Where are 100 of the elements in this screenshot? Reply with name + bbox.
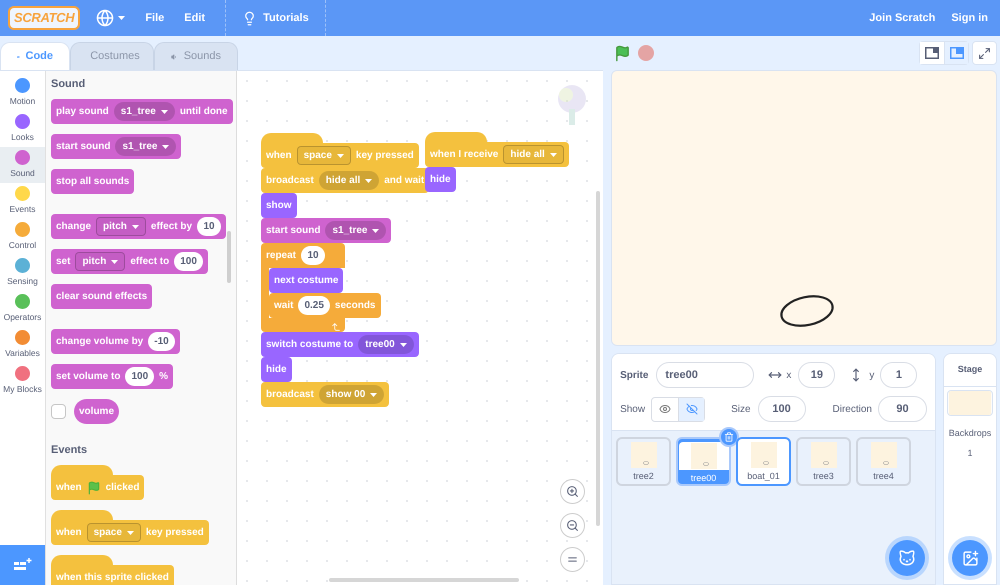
block-dropdown[interactable]: pitch: [75, 252, 126, 271]
reset-zoom-button[interactable]: [560, 547, 586, 572]
size-field[interactable]: 100: [758, 396, 806, 422]
category-item[interactable]: Operators: [0, 291, 45, 327]
block-dropdown[interactable]: tree00: [358, 335, 414, 354]
editor-tab[interactable]: Code: [0, 42, 70, 70]
cat-icon: [898, 549, 916, 567]
sprite-tile[interactable]: tree3: [796, 437, 852, 486]
sprite-tile[interactable]: boat_01: [736, 437, 792, 486]
code-block[interactable]: play sound s1_tree until done: [51, 99, 233, 124]
field-label: Show: [620, 402, 646, 416]
number-input[interactable]: 100: [125, 367, 154, 386]
block-dropdown[interactable]: hide all: [318, 171, 380, 190]
sprite-tile[interactable]: tree2: [616, 437, 672, 486]
code-block[interactable]: change pitch effect by 10: [51, 214, 226, 239]
ellipse-drawing: [778, 293, 836, 329]
number-input[interactable]: 100: [174, 252, 203, 271]
code-block[interactable]: hide: [425, 167, 456, 192]
category-item[interactable]: My Blocks: [0, 363, 45, 399]
sprite-tile[interactable]: tree00: [676, 437, 732, 486]
sprite-name-field[interactable]: tree00: [656, 362, 754, 388]
category-label: Operators: [4, 311, 42, 324]
small-stage-icon: [925, 47, 939, 59]
scrollbar[interactable]: [227, 231, 231, 283]
code-block[interactable]: stop all sounds: [51, 169, 134, 194]
block-text: play sound: [56, 105, 109, 119]
reporter-block[interactable]: volume: [74, 399, 120, 424]
block-text: change volume by: [56, 335, 144, 349]
code-block[interactable]: wait 0.25 seconds: [269, 293, 380, 318]
fullscreen-button[interactable]: [972, 41, 997, 65]
add-backdrop-button[interactable]: [952, 540, 988, 576]
block-dropdown[interactable]: show 00: [318, 385, 384, 404]
x-field[interactable]: 19: [798, 362, 836, 388]
direction-field[interactable]: 90: [878, 396, 927, 422]
code-block[interactable]: clear sound effects: [51, 284, 152, 309]
category-item[interactable]: Sensing: [0, 255, 45, 291]
code-block[interactable]: start sound s1_tree: [51, 134, 182, 159]
account-link[interactable]: Sign in: [951, 10, 988, 26]
scrollbar[interactable]: [596, 191, 600, 526]
block-text: broadcast: [266, 174, 314, 188]
category-item[interactable]: Events: [0, 183, 45, 219]
language-button[interactable]: [96, 9, 126, 27]
number-input[interactable]: 10: [197, 217, 222, 236]
code-block[interactable]: switch costume to tree00: [261, 332, 419, 357]
number-input[interactable]: 0.25: [298, 296, 330, 315]
code-block[interactable]: show: [261, 193, 297, 218]
block-dropdown[interactable]: pitch: [96, 217, 146, 236]
menu-item[interactable]: Edit: [184, 0, 206, 36]
editor-tab[interactable]: Costumes: [70, 42, 154, 70]
code-block[interactable]: set pitch effect to 100: [51, 249, 208, 274]
code-block[interactable]: start sound s1_tree: [261, 218, 392, 243]
code-block[interactable]: set volume to 100 %: [51, 364, 174, 389]
account-link[interactable]: Join Scratch: [869, 10, 936, 26]
normal-stage-icon: [950, 47, 964, 59]
y-field[interactable]: 1: [880, 362, 918, 388]
block-text: clear sound effects: [56, 290, 148, 304]
number-input[interactable]: -10: [148, 332, 175, 351]
category-label: Looks: [11, 131, 34, 144]
hide-button[interactable]: [678, 398, 704, 420]
block-text: when this sprite clicked: [56, 571, 169, 585]
stop-button[interactable]: [638, 45, 654, 61]
code-block[interactable]: broadcast show 00: [261, 382, 390, 407]
stage-title: Stage: [944, 354, 996, 387]
zoom-in-button[interactable]: [560, 479, 586, 504]
trash-icon: [724, 432, 734, 442]
category-item[interactable]: Looks: [0, 111, 45, 147]
caret-icon: [336, 154, 344, 158]
globe-icon: [96, 9, 114, 27]
add-sprite-button[interactable]: [889, 540, 925, 576]
zoom-out-button[interactable]: [560, 513, 586, 538]
extensions-button[interactable]: [0, 545, 45, 585]
number-input[interactable]: 10: [301, 246, 326, 265]
code-block[interactable]: hide: [261, 357, 292, 382]
section-heading: Events: [51, 443, 88, 458]
category-item[interactable]: Control: [0, 219, 45, 255]
code-block[interactable]: next costume: [269, 268, 344, 293]
tutorials-button[interactable]: Tutorials: [238, 0, 313, 36]
category-item[interactable]: Variables: [0, 327, 45, 363]
caret-icon: [132, 224, 139, 228]
sprite-name: tree3: [813, 470, 834, 483]
sprite-thumbnail: [870, 442, 897, 468]
code-block[interactable]: broadcast hide all and wait: [261, 168, 430, 193]
block-dropdown[interactable]: s1_tree: [115, 137, 176, 156]
scrollbar[interactable]: [329, 578, 519, 582]
menu-item[interactable]: File: [145, 0, 164, 36]
checkbox[interactable]: [51, 404, 66, 419]
block-text: when: [56, 526, 82, 540]
caret-icon: [118, 16, 126, 20]
sprite-tile[interactable]: tree4: [856, 437, 912, 486]
section-heading: Sound: [51, 77, 86, 92]
category-item[interactable]: Motion: [0, 75, 45, 111]
category-item[interactable]: Sound: [0, 147, 45, 183]
block-dropdown[interactable]: s1_tree: [325, 221, 386, 240]
editor-tab[interactable]: Sounds: [154, 42, 238, 70]
block-dropdown[interactable]: s1_tree: [114, 102, 175, 121]
image-plus-icon: [962, 550, 978, 566]
code-block[interactable]: change volume by -10: [51, 329, 180, 354]
zoom-out-icon: [566, 519, 580, 532]
code-block[interactable]: repeat 10: [261, 243, 345, 268]
block-text: %: [159, 370, 168, 384]
